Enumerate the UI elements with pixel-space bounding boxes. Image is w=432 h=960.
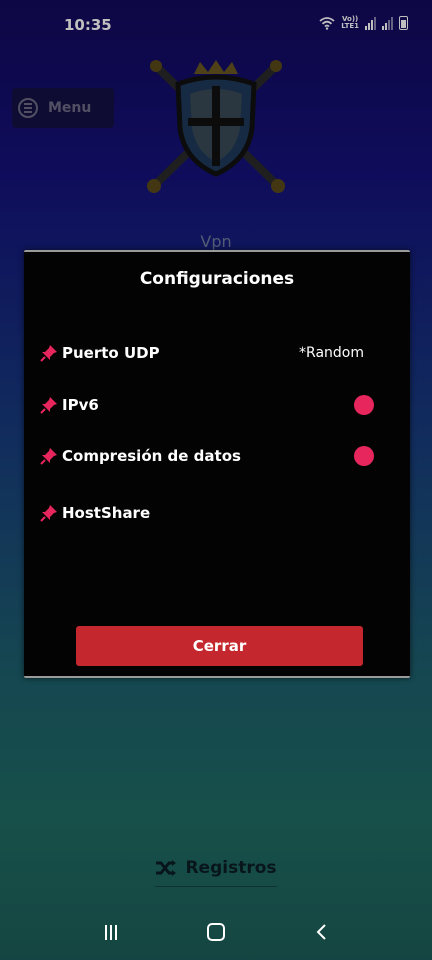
setting-label: IPv6 xyxy=(62,396,99,414)
setting-row-udp-port[interactable]: Puerto UDP *Random xyxy=(40,338,394,368)
setting-row-hostshare[interactable]: HostShare xyxy=(40,498,394,528)
dialog-title: Configuraciones xyxy=(139,269,295,289)
udp-port-value[interactable]: *Random xyxy=(299,345,364,361)
setting-label: HostShare xyxy=(62,504,151,522)
setting-row-data-compression[interactable]: Compresión de datos xyxy=(40,441,394,471)
back-icon[interactable] xyxy=(315,923,327,941)
home-icon[interactable] xyxy=(207,923,225,941)
compression-toggle[interactable] xyxy=(354,446,374,466)
pushpin-icon xyxy=(40,505,57,522)
pushpin-icon xyxy=(40,448,57,465)
setting-label: Compresión de datos xyxy=(62,447,241,465)
settings-dialog: Configuraciones Puerto UDP *Random IPv6 … xyxy=(24,250,410,678)
recent-apps-icon[interactable] xyxy=(105,924,117,940)
close-button[interactable]: Cerrar xyxy=(76,626,363,666)
ipv6-toggle[interactable] xyxy=(354,395,374,415)
setting-row-ipv6[interactable]: IPv6 xyxy=(40,390,394,420)
navigation-bar xyxy=(0,904,432,960)
setting-label: Puerto UDP xyxy=(62,344,160,362)
pushpin-icon xyxy=(40,345,57,362)
pushpin-icon xyxy=(40,397,57,414)
